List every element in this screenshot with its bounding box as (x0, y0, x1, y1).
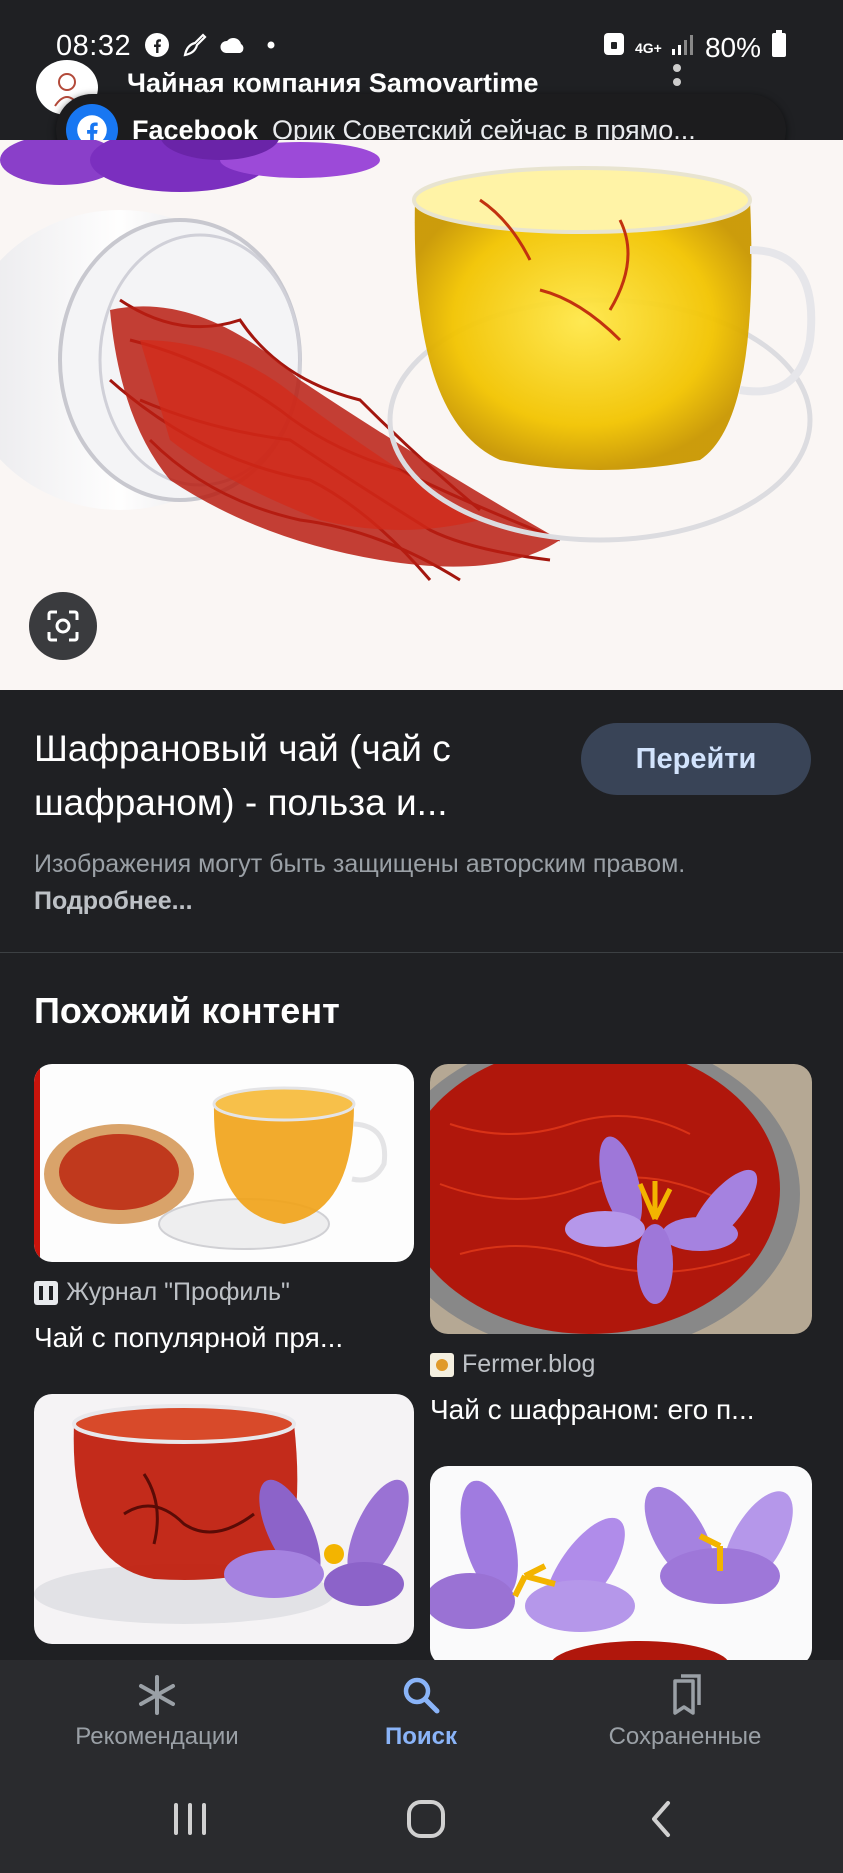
cloud-status-icon (219, 31, 247, 59)
signal-icon (671, 32, 695, 64)
hero-image[interactable] (0, 140, 843, 690)
home-icon (407, 1799, 445, 1838)
copyright-notice: Изображения могут быть защищены авторски… (34, 846, 774, 920)
profile-logo-icon (34, 1280, 58, 1305)
dot-status-icon (257, 31, 285, 59)
lens-icon (47, 610, 79, 642)
back-icon (652, 1800, 670, 1837)
asterisk-icon (139, 1675, 175, 1715)
nav-label: Сохраненные (608, 1723, 762, 1750)
source-name: Fermer.blog (462, 1350, 596, 1378)
copyright-text: Изображения могут быть защищены авторски… (34, 850, 686, 878)
network-type-label: 4G+ (634, 39, 662, 56)
divider (0, 952, 843, 953)
home-button[interactable] (366, 1764, 486, 1873)
source-name: Журнал "Профиль" (66, 1278, 290, 1306)
more-options-icon[interactable] (673, 64, 683, 92)
cleaner-status-icon (181, 31, 209, 59)
nav-label: Рекомендации (75, 1723, 239, 1750)
similar-card-2-source[interactable]: Fermer.blog (430, 1350, 595, 1379)
bottom-navigation: Рекомендации Поиск Сохраненные (0, 1660, 843, 1764)
nav-search[interactable]: Поиск (291, 1660, 551, 1764)
similar-content-heading: Похожий контент (34, 990, 340, 1031)
back-button[interactable] (601, 1764, 721, 1873)
go-button[interactable]: Перейти (581, 723, 811, 795)
search-icon (403, 1677, 440, 1714)
fermer-blog-logo-icon (430, 1352, 454, 1377)
similar-card-4-image[interactable] (430, 1466, 812, 1666)
recent-apps-button[interactable] (130, 1764, 250, 1873)
facebook-status-icon (143, 31, 171, 59)
similar-card-1-image[interactable] (34, 1064, 414, 1262)
similar-card-2-caption[interactable]: Чай с шафраном: его п... (430, 1394, 755, 1426)
nav-recommendations[interactable]: Рекомендации (27, 1660, 287, 1764)
lens-button[interactable] (29, 592, 97, 660)
recent-apps-icon (174, 1802, 206, 1835)
nav-saved[interactable]: Сохраненные (555, 1660, 815, 1764)
bookmarks-icon (673, 1674, 701, 1715)
similar-card-2-image[interactable] (430, 1064, 812, 1334)
more-info-link[interactable]: Подробнее... (34, 887, 193, 915)
similar-card-3-image[interactable] (34, 1394, 414, 1644)
nav-label: Поиск (384, 1723, 458, 1750)
result-title[interactable]: Шафрановый чай (чай с шафраном) - польза… (34, 722, 554, 830)
status-left-icons (143, 31, 285, 59)
system-navigation (0, 1764, 843, 1873)
similar-card-1-caption[interactable]: Чай с популярной пря... (34, 1322, 343, 1354)
battery-percent: 80% (704, 31, 761, 63)
status-time: 08:32 (56, 30, 132, 62)
similar-card-1-source[interactable]: Журнал "Профиль" (34, 1278, 290, 1307)
